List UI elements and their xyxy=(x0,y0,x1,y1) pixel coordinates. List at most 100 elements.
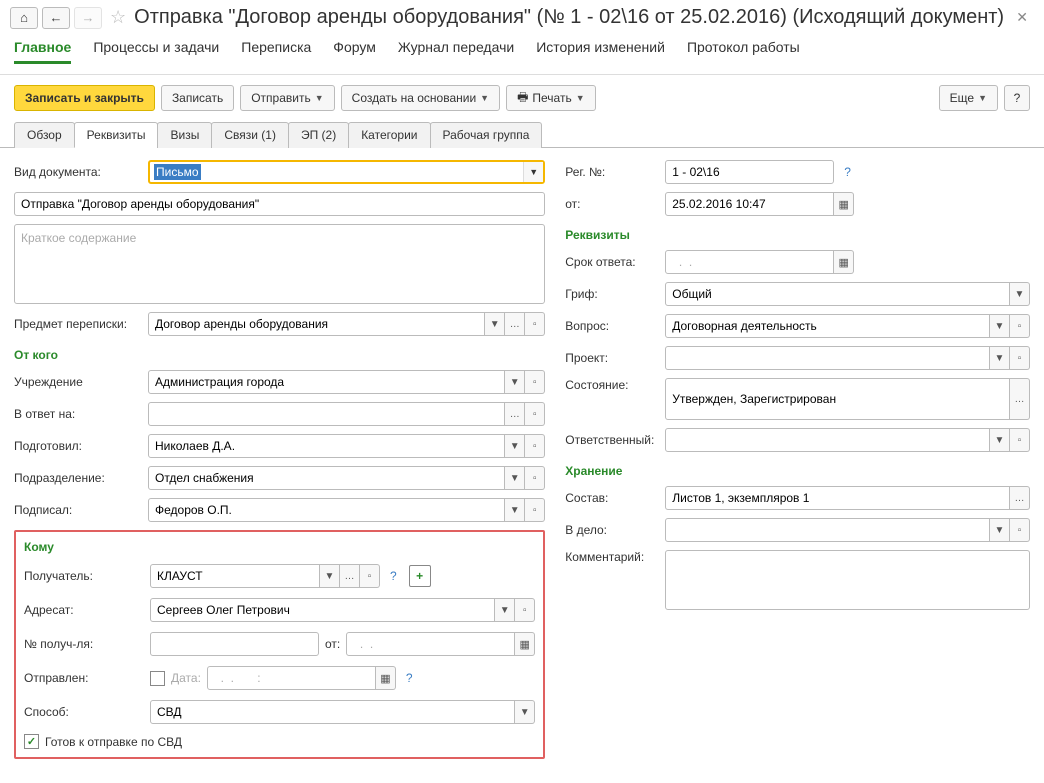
subject-input[interactable] xyxy=(148,312,485,336)
ready-checkbox[interactable]: ✓ xyxy=(24,734,39,749)
chevron-down-icon[interactable]: ▼ xyxy=(495,598,515,622)
chevron-down-icon[interactable]: ▼ xyxy=(523,162,543,182)
method-input[interactable] xyxy=(150,700,515,724)
forward-button[interactable]: → xyxy=(74,7,102,29)
reply-to-label: В ответ на: xyxy=(14,407,142,421)
open-icon[interactable]: ▫ xyxy=(525,370,545,394)
print-button[interactable]: 🖶Печать▼ xyxy=(506,85,596,111)
calendar-icon[interactable] xyxy=(376,666,396,690)
responsible-label: Ответственный: xyxy=(565,433,659,447)
reply-to-input[interactable] xyxy=(148,402,505,426)
tab-forum[interactable]: Форум xyxy=(333,39,376,64)
subtab-details[interactable]: Реквизиты xyxy=(74,122,159,148)
favorite-icon[interactable]: ☆ xyxy=(110,7,126,28)
chevron-down-icon[interactable]: ▼ xyxy=(515,700,535,724)
ellipsis-icon[interactable]: … xyxy=(505,402,525,426)
addressee-input[interactable] xyxy=(150,598,495,622)
help-icon[interactable]: ? xyxy=(406,671,413,685)
ellipsis-icon[interactable]: … xyxy=(1010,378,1030,420)
subtab-overview[interactable]: Обзор xyxy=(14,122,75,148)
open-icon[interactable]: ▫ xyxy=(1010,428,1030,452)
composition-input[interactable] xyxy=(665,486,1010,510)
open-icon[interactable]: ▫ xyxy=(525,434,545,458)
calendar-icon[interactable] xyxy=(834,250,854,274)
calendar-icon[interactable] xyxy=(515,632,535,656)
chevron-down-icon[interactable]: ▼ xyxy=(505,434,525,458)
comment-input[interactable] xyxy=(665,550,1030,610)
state-input[interactable] xyxy=(665,378,1010,420)
recipient-input[interactable] xyxy=(150,564,320,588)
sent-label: Отправлен: xyxy=(24,671,144,685)
tab-main[interactable]: Главное xyxy=(14,39,71,64)
subtab-ep[interactable]: ЭП (2) xyxy=(288,122,349,148)
chevron-down-icon[interactable]: ▼ xyxy=(505,370,525,394)
tab-correspondence[interactable]: Переписка xyxy=(241,39,311,64)
org-input[interactable] xyxy=(148,370,505,394)
tab-work-protocol[interactable]: Протокол работы xyxy=(687,39,800,64)
responsible-input[interactable] xyxy=(665,428,990,452)
recno-input[interactable] xyxy=(150,632,319,656)
chevron-down-icon[interactable]: ▼ xyxy=(990,518,1010,542)
tab-processes[interactable]: Процессы и задачи xyxy=(93,39,219,64)
tab-transfer-log[interactable]: Журнал передачи xyxy=(398,39,514,64)
prepared-input[interactable] xyxy=(148,434,505,458)
open-icon[interactable]: ▫ xyxy=(1010,314,1030,338)
help-icon[interactable]: ? xyxy=(844,165,851,179)
open-icon[interactable]: ▫ xyxy=(525,498,545,522)
help-button[interactable]: ? xyxy=(1004,85,1030,111)
chevron-down-icon[interactable]: ▼ xyxy=(320,564,340,588)
chevron-down-icon[interactable]: ▼ xyxy=(1010,282,1030,306)
open-icon[interactable]: ▫ xyxy=(515,598,535,622)
doc-type-field[interactable]: Письмо ▼ xyxy=(148,160,545,184)
grif-input[interactable] xyxy=(665,282,1010,306)
project-input[interactable] xyxy=(665,346,990,370)
right-column: Рег. №: ? от: Реквизиты Срок ответа: Гри… xyxy=(565,160,1030,759)
open-icon[interactable]: ▫ xyxy=(525,466,545,490)
subtab-categories[interactable]: Категории xyxy=(348,122,430,148)
open-icon[interactable]: ▫ xyxy=(1010,518,1030,542)
sent-checkbox[interactable] xyxy=(150,671,165,686)
ellipsis-icon[interactable]: … xyxy=(505,312,525,336)
subtab-visas[interactable]: Визы xyxy=(157,122,212,148)
title-input[interactable] xyxy=(14,192,545,216)
more-button[interactable]: Еще▼ xyxy=(939,85,998,111)
ellipsis-icon[interactable]: … xyxy=(1010,486,1030,510)
open-icon[interactable]: ▫ xyxy=(1010,346,1030,370)
reply-term-input[interactable] xyxy=(665,250,834,274)
back-button[interactable]: ← xyxy=(42,7,70,29)
chevron-down-icon[interactable]: ▼ xyxy=(990,314,1010,338)
open-icon[interactable]: ▫ xyxy=(525,312,545,336)
chevron-down-icon[interactable]: ▼ xyxy=(505,498,525,522)
home-button[interactable]: ⌂ xyxy=(10,7,38,29)
sent-date-input[interactable] xyxy=(207,666,376,690)
subtab-workgroup[interactable]: Рабочая группа xyxy=(430,122,543,148)
open-icon[interactable]: ▫ xyxy=(525,402,545,426)
dept-input[interactable] xyxy=(148,466,505,490)
save-close-button[interactable]: Записать и закрыть xyxy=(14,85,155,111)
tab-history[interactable]: История изменений xyxy=(536,39,665,64)
calendar-icon[interactable] xyxy=(834,192,854,216)
open-icon[interactable]: ▫ xyxy=(360,564,380,588)
short-description-input[interactable] xyxy=(14,224,545,304)
save-button[interactable]: Записать xyxy=(161,85,234,111)
ellipsis-icon[interactable]: … xyxy=(340,564,360,588)
chevron-down-icon[interactable]: ▼ xyxy=(505,466,525,490)
case-input[interactable] xyxy=(665,518,990,542)
regno-input[interactable] xyxy=(665,160,834,184)
close-button[interactable]: ✕ xyxy=(1010,9,1034,26)
ot-date-input[interactable] xyxy=(665,192,834,216)
chevron-down-icon[interactable]: ▼ xyxy=(990,346,1010,370)
signed-input[interactable] xyxy=(148,498,505,522)
chevron-down-icon[interactable]: ▼ xyxy=(485,312,505,336)
chevron-down-icon[interactable]: ▼ xyxy=(990,428,1010,452)
send-button[interactable]: Отправить▼ xyxy=(240,85,334,111)
recno-ot-label: от: xyxy=(325,637,340,651)
recno-date-input[interactable] xyxy=(346,632,515,656)
command-bar: Записать и закрыть Записать Отправить▼ С… xyxy=(0,75,1044,121)
add-recipient-button[interactable]: + xyxy=(409,565,431,587)
question-input[interactable] xyxy=(665,314,990,338)
window-toolbar: ⌂ ← → ☆ Отправка "Договор аренды оборудо… xyxy=(0,0,1044,35)
help-icon[interactable]: ? xyxy=(390,569,397,583)
subtab-links[interactable]: Связи (1) xyxy=(211,122,289,148)
create-based-button[interactable]: Создать на основании▼ xyxy=(341,85,500,111)
